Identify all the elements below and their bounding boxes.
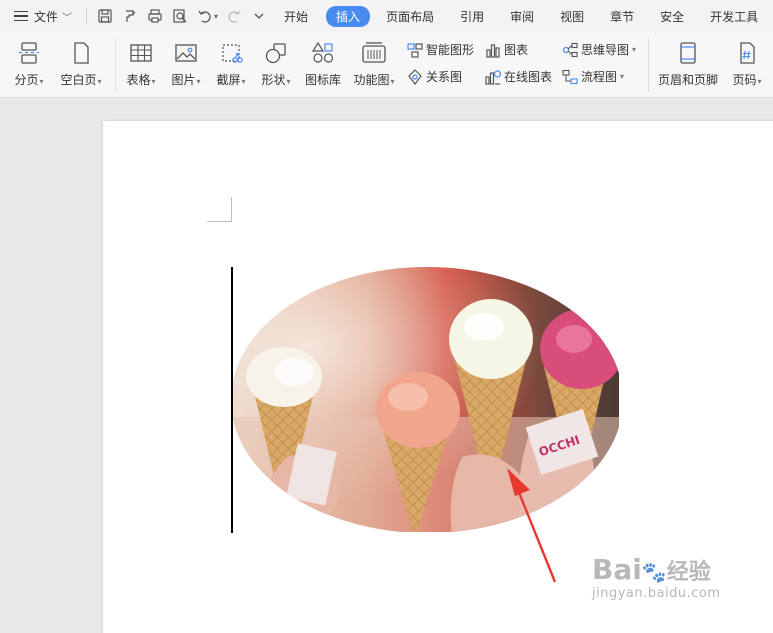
tab-review[interactable]: 审阅	[510, 6, 534, 27]
tab-home[interactable]: 开始	[284, 6, 308, 27]
page-break-button[interactable]: 分页▾	[10, 39, 48, 88]
annotation-arrow	[507, 468, 557, 583]
relation-chart-icon	[408, 68, 422, 85]
icon-library-icon	[311, 41, 334, 63]
undo-dropdown-icon[interactable]: ▾	[214, 12, 218, 21]
online-chart-icon	[485, 69, 501, 85]
save-icon[interactable]	[93, 5, 116, 27]
online-chart-button[interactable]: 在线图表	[485, 68, 552, 85]
chevron-down-icon[interactable]: ﹀	[62, 9, 72, 24]
screenshot-icon	[222, 44, 243, 63]
print-icon[interactable]	[143, 5, 166, 27]
hamburger-menu-icon[interactable]	[14, 11, 28, 21]
function-chart-icon	[362, 42, 386, 63]
blank-page-button[interactable]: 空白页▾	[56, 39, 106, 88]
blank-page-icon	[74, 42, 89, 64]
redo-icon[interactable]	[222, 5, 245, 27]
relation-chart-button[interactable]: 关系图	[407, 68, 462, 85]
picture-icon	[175, 44, 197, 62]
quick-access-toolbar: ▾	[93, 5, 270, 27]
shape-icon	[265, 43, 286, 64]
page-number-button[interactable]: 页码▾	[727, 39, 767, 88]
customize-toolbar-icon[interactable]	[247, 5, 270, 27]
icon-library-button[interactable]: 图标库	[302, 39, 344, 88]
undo-icon[interactable]	[193, 5, 216, 27]
smart-art-button[interactable]: 智能图形	[407, 41, 474, 58]
divider	[86, 8, 88, 24]
header-footer-button[interactable]: 页眉和页脚	[655, 39, 721, 88]
function-chart-button[interactable]: 功能图▾	[350, 39, 398, 88]
table-button[interactable]: 表格▾	[122, 39, 160, 88]
tab-section[interactable]: 章节	[610, 6, 634, 27]
table-icon	[130, 44, 152, 62]
divider	[648, 38, 649, 92]
tab-page-layout[interactable]: 页面布局	[386, 6, 434, 27]
file-menu[interactable]: 文件	[34, 8, 58, 25]
paw-icon: 🐾	[641, 560, 667, 584]
page-break-icon	[19, 42, 39, 64]
menu-bar: 文件 ﹀ ▾ 开始 插入 页面布局 引用 审阅 视图 章节 安全 开发工具	[0, 0, 773, 32]
header-footer-icon	[680, 42, 696, 64]
mind-map-button[interactable]: 思维导图 ▾	[562, 41, 636, 58]
picture-button[interactable]: 图片▾	[167, 39, 205, 88]
smart-art-icon	[407, 42, 423, 58]
format-painter-icon[interactable]	[118, 5, 141, 27]
margin-corner-mark	[207, 197, 232, 222]
page-number-icon	[740, 42, 755, 64]
flow-chart-icon	[562, 69, 578, 84]
mind-map-icon	[562, 42, 578, 57]
baidu-watermark: Bai🐾经验 jingyan.baidu.com	[592, 553, 721, 601]
screenshot-button[interactable]: 截屏▾	[212, 39, 250, 88]
ribbon-insert: 分页▾ 空白页▾ 表格▾ 图片▾ 截屏▾ 形状▾ 图标库 功能图▾ 智能图形 关…	[0, 32, 773, 98]
flow-chart-button[interactable]: 流程图 ▾	[562, 68, 624, 85]
ribbon-tabs: 开始 插入 页面布局 引用 审阅 视图 章节 安全 开发工具	[284, 5, 758, 27]
print-preview-icon[interactable]	[168, 5, 191, 27]
tab-view[interactable]: 视图	[560, 6, 584, 27]
tab-developer[interactable]: 开发工具	[710, 6, 758, 27]
tab-security[interactable]: 安全	[660, 6, 684, 27]
text-cursor-line	[231, 267, 233, 533]
tab-insert[interactable]: 插入	[326, 5, 371, 27]
divider	[115, 38, 116, 92]
bar-chart-icon	[486, 43, 500, 58]
shape-button[interactable]: 形状▾	[257, 39, 295, 88]
tab-references[interactable]: 引用	[460, 6, 484, 27]
chart-button[interactable]: 图表	[485, 41, 528, 58]
